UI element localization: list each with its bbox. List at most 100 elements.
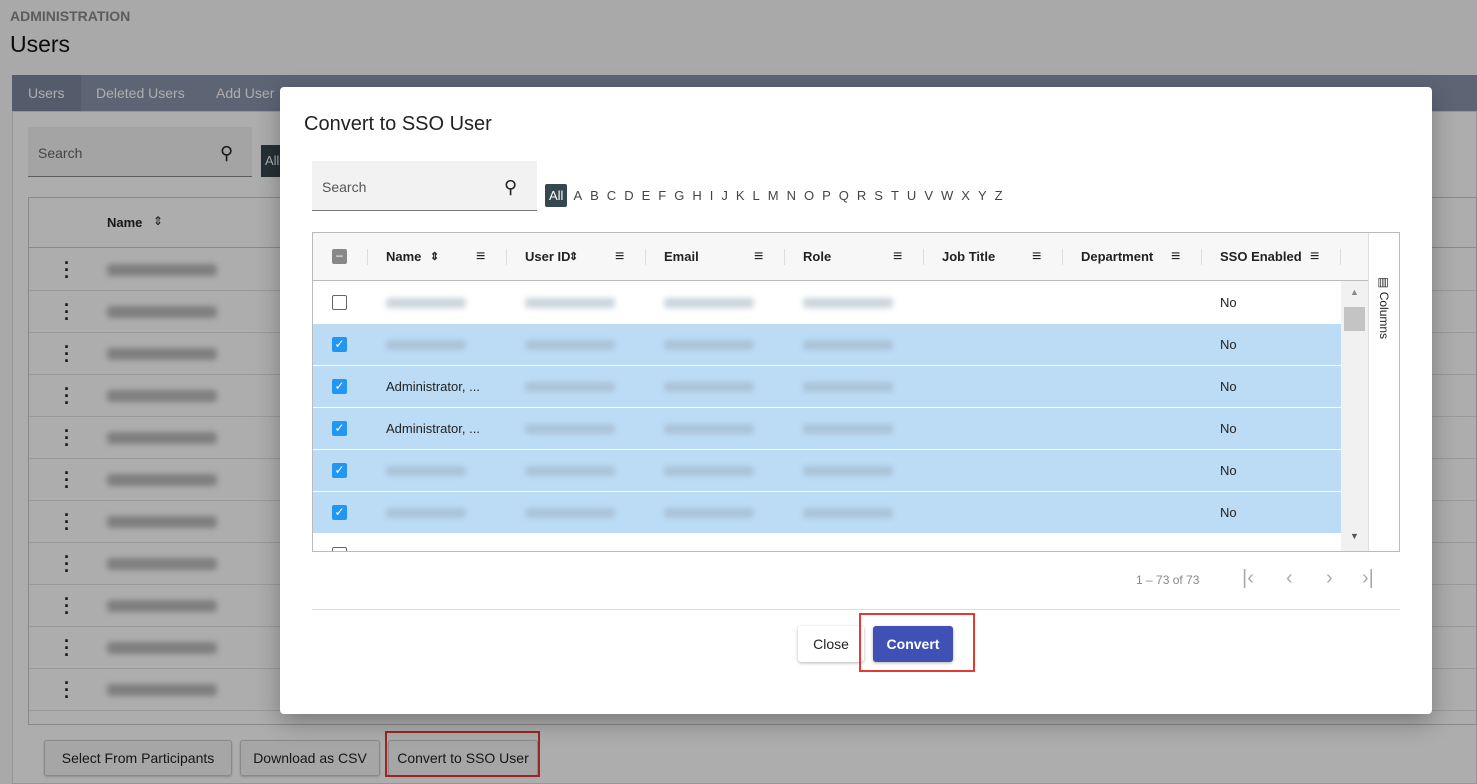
pagination-range: 1 – 73 of 73 bbox=[1136, 573, 1200, 587]
column-header[interactable]: Department bbox=[1081, 233, 1153, 281]
column-header[interactable]: Role bbox=[803, 233, 831, 281]
sort-icon[interactable]: ⇕ bbox=[569, 233, 578, 281]
grid-row[interactable]: ✓ No bbox=[313, 492, 1341, 534]
redacted-cell bbox=[664, 466, 754, 476]
column-menu-icon[interactable]: ≡ bbox=[1310, 233, 1319, 281]
letter-y[interactable]: Y bbox=[974, 188, 991, 203]
sso-enabled-cell: No bbox=[1220, 463, 1237, 478]
redacted-cell bbox=[525, 298, 615, 308]
redacted-cell bbox=[803, 508, 893, 518]
letter-a[interactable]: A bbox=[569, 188, 586, 203]
row-checkbox[interactable]: ✓ bbox=[332, 421, 347, 436]
letter-h[interactable]: H bbox=[688, 188, 705, 203]
name-cell: Administrator, ... bbox=[386, 421, 480, 436]
column-separator[interactable] bbox=[367, 249, 368, 265]
letter-p[interactable]: P bbox=[818, 188, 835, 203]
letter-t[interactable]: T bbox=[887, 188, 903, 203]
select-all-checkbox[interactable]: – bbox=[332, 249, 347, 264]
letter-v[interactable]: V bbox=[920, 188, 937, 203]
dialog-title: Convert to SSO User bbox=[304, 113, 492, 135]
letter-k[interactable]: K bbox=[732, 188, 749, 203]
row-checkbox[interactable]: ✓ bbox=[332, 463, 347, 478]
grid-row[interactable] bbox=[313, 534, 1341, 551]
sso-enabled-cell: No bbox=[1220, 379, 1237, 394]
column-separator[interactable] bbox=[1062, 249, 1063, 265]
letter-m[interactable]: M bbox=[764, 188, 783, 203]
redacted-cell bbox=[525, 382, 615, 392]
row-checkbox[interactable]: ✓ bbox=[332, 379, 347, 394]
redacted-cell bbox=[664, 340, 754, 350]
columns-panel-toggle[interactable]: ▤ Columns bbox=[1368, 233, 1399, 551]
redacted-cell bbox=[525, 508, 615, 518]
letter-z[interactable]: Z bbox=[991, 188, 1007, 203]
letter-r[interactable]: R bbox=[853, 188, 870, 203]
letter-u[interactable]: U bbox=[903, 188, 920, 203]
letter-b[interactable]: B bbox=[586, 188, 603, 203]
grid-row[interactable]: ✓ No bbox=[313, 450, 1341, 492]
letter-w[interactable]: W bbox=[937, 188, 957, 203]
letter-s[interactable]: S bbox=[870, 188, 887, 203]
redacted-cell bbox=[525, 340, 615, 350]
grid-row[interactable]: ✓ No bbox=[313, 324, 1341, 366]
redacted-cell bbox=[803, 298, 893, 308]
column-separator[interactable] bbox=[923, 249, 924, 265]
redacted-name bbox=[386, 508, 466, 518]
column-header[interactable]: Email bbox=[664, 233, 699, 281]
row-checkbox[interactable]: ✓ bbox=[332, 505, 347, 520]
column-header[interactable]: Job Title bbox=[942, 233, 995, 281]
redacted-name bbox=[386, 466, 466, 476]
convert-sso-dialog: Convert to SSO User Search ⚲ All A B C D E F G H… bbox=[280, 87, 1432, 714]
column-menu-icon[interactable]: ≡ bbox=[1032, 233, 1041, 281]
redacted-name bbox=[386, 298, 466, 308]
column-header[interactable]: User ID bbox=[525, 233, 571, 281]
letter-l[interactable]: L bbox=[749, 188, 764, 203]
sso-enabled-cell: No bbox=[1220, 295, 1237, 310]
letter-f[interactable]: F bbox=[654, 188, 670, 203]
row-checkbox[interactable] bbox=[332, 547, 347, 551]
column-header[interactable]: Name bbox=[386, 233, 421, 281]
redacted-cell bbox=[525, 466, 615, 476]
letter-all[interactable]: All bbox=[545, 184, 568, 207]
grid-row[interactable]: No bbox=[313, 282, 1341, 324]
vertical-scrollbar[interactable]: ▲ ▼ bbox=[1341, 281, 1368, 551]
first-page-icon[interactable]: |‹ bbox=[1242, 567, 1254, 590]
last-page-icon[interactable]: ›| bbox=[1362, 567, 1374, 590]
prev-page-icon[interactable]: ‹ bbox=[1286, 567, 1293, 590]
sso-enabled-cell: No bbox=[1220, 505, 1237, 520]
redacted-cell bbox=[664, 424, 754, 434]
letter-g[interactable]: G bbox=[670, 188, 688, 203]
scroll-down-icon[interactable]: ▼ bbox=[1350, 531, 1359, 541]
column-separator[interactable] bbox=[1201, 249, 1202, 265]
letter-j[interactable]: J bbox=[717, 188, 732, 203]
column-menu-icon[interactable]: ≡ bbox=[476, 233, 485, 281]
column-separator bbox=[1340, 249, 1341, 265]
letter-c[interactable]: C bbox=[603, 188, 620, 203]
next-page-icon[interactable]: › bbox=[1326, 567, 1333, 590]
row-checkbox[interactable] bbox=[332, 295, 347, 310]
column-header[interactable]: SSO Enabled bbox=[1220, 233, 1302, 281]
letter-d[interactable]: D bbox=[620, 188, 637, 203]
column-menu-icon[interactable]: ≡ bbox=[754, 233, 763, 281]
column-separator[interactable] bbox=[645, 249, 646, 265]
column-menu-icon[interactable]: ≡ bbox=[615, 233, 624, 281]
letter-o[interactable]: O bbox=[800, 188, 818, 203]
grid-row[interactable]: ✓ Administrator, ... No bbox=[313, 408, 1341, 450]
letter-i[interactable]: I bbox=[706, 188, 718, 203]
scroll-up-icon[interactable]: ▲ bbox=[1350, 287, 1359, 297]
close-button[interactable]: Close bbox=[798, 626, 864, 662]
column-separator[interactable] bbox=[784, 249, 785, 265]
sso-enabled-cell: No bbox=[1220, 421, 1237, 436]
sort-icon[interactable]: ⇕ bbox=[430, 233, 439, 281]
column-separator[interactable] bbox=[506, 249, 507, 265]
column-menu-icon[interactable]: ≡ bbox=[893, 233, 902, 281]
scroll-thumb[interactable] bbox=[1344, 307, 1365, 331]
columns-icon: ▤ bbox=[1377, 277, 1391, 289]
grid-row[interactable]: ✓ Administrator, ... No bbox=[313, 366, 1341, 408]
row-checkbox[interactable]: ✓ bbox=[332, 337, 347, 352]
columns-label: Columns bbox=[1377, 291, 1391, 340]
letter-n[interactable]: N bbox=[783, 188, 800, 203]
letter-q[interactable]: Q bbox=[835, 188, 853, 203]
letter-e[interactable]: E bbox=[638, 188, 655, 203]
letter-x[interactable]: X bbox=[957, 188, 974, 203]
column-menu-icon[interactable]: ≡ bbox=[1171, 233, 1180, 281]
